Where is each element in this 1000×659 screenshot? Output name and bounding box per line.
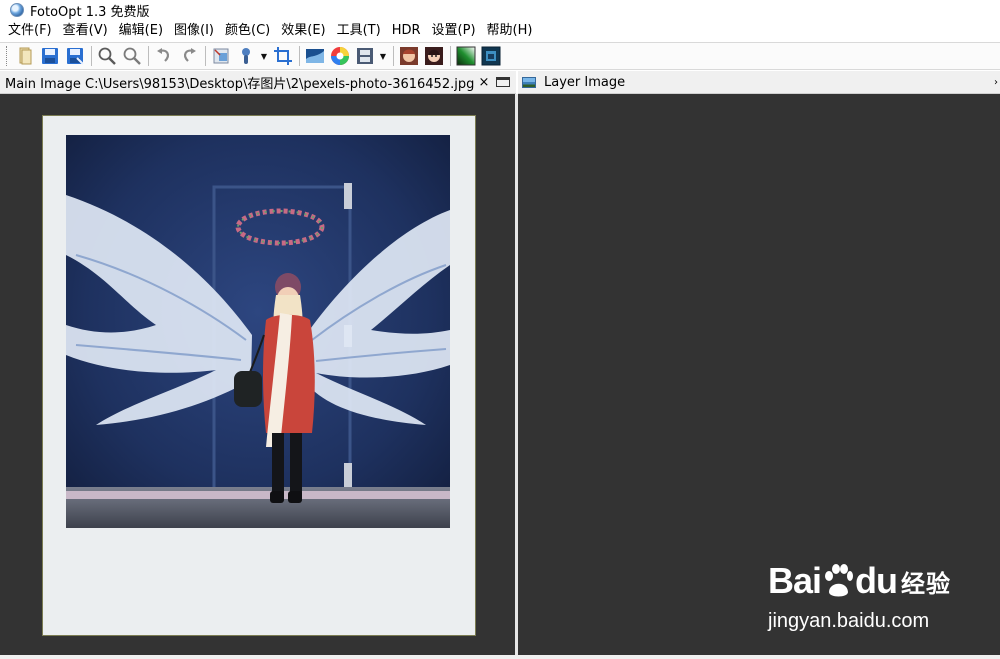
watermark-url: jingyan.baidu.com — [768, 610, 930, 632]
title-bar: FotoOpt 1.3 免费版 — [0, 0, 1000, 20]
clone-brush-button[interactable] — [235, 45, 257, 67]
levels-button[interactable] — [304, 45, 326, 67]
jingyan-logo-text: 经验 — [901, 569, 952, 598]
face-retouch-button[interactable] — [398, 45, 420, 67]
polaroid-frame — [42, 115, 476, 636]
toolbar-separator — [148, 46, 149, 66]
main-image-maximize-icon[interactable] — [496, 77, 510, 87]
zoom-in-icon — [98, 47, 116, 65]
baidu-paw-icon — [825, 564, 854, 597]
menu-effects[interactable]: 效果(E) — [277, 20, 329, 42]
portrait-button[interactable] — [423, 45, 445, 67]
menu-hdr[interactable]: HDR — [388, 20, 425, 42]
layer-image-panel-header: Layer Image › — [518, 71, 1000, 94]
filmstrip-button[interactable] — [354, 45, 376, 67]
color-wheel-icon — [331, 47, 349, 65]
hdr-image-icon — [481, 46, 501, 66]
baidu-logo: Bai du 经验 — [768, 560, 951, 602]
redo-button[interactable] — [178, 45, 200, 67]
face-retouch-icon — [400, 47, 418, 65]
menu-image[interactable]: 图像(I) — [170, 20, 218, 42]
window-title: FotoOpt 1.3 免费版 — [30, 4, 150, 20]
clone-brush-icon — [242, 48, 250, 64]
gradient-button[interactable] — [455, 45, 477, 67]
app-logo-icon — [10, 3, 24, 17]
layer-image-icon — [522, 76, 536, 88]
save-button[interactable] — [39, 45, 61, 67]
resize-button[interactable] — [210, 45, 232, 67]
save-as-icon — [67, 48, 84, 65]
baidu-jingyan-watermark: Bai du 经验 jingyan.baidu.com — [768, 552, 968, 642]
toolbar-separator — [299, 46, 300, 66]
color-wheel-button[interactable] — [329, 45, 351, 67]
zoom-out-button[interactable] — [121, 45, 143, 67]
baidu-logo-text-left: Bai — [768, 560, 822, 601]
menu-color[interactable]: 颜色(C) — [221, 20, 274, 42]
menu-help[interactable]: 帮助(H) — [483, 20, 537, 42]
toolbar-grip[interactable] — [6, 46, 9, 66]
menu-file[interactable]: 文件(F) — [4, 20, 56, 42]
main-image-canvas[interactable] — [0, 94, 515, 655]
menu-view[interactable]: 查看(V) — [59, 20, 112, 42]
toolbar: ▼ ▼ — [0, 42, 1000, 70]
main-photo — [66, 135, 450, 528]
levels-icon — [306, 49, 324, 63]
save-icon — [42, 48, 58, 64]
gradient-icon — [456, 46, 476, 66]
toolbar-separator — [91, 46, 92, 66]
crop-button[interactable] — [272, 45, 294, 67]
undo-icon — [157, 48, 169, 62]
hdr-image-button[interactable] — [480, 45, 502, 67]
menu-edit[interactable]: 编辑(E) — [115, 20, 167, 42]
filmstrip-dropdown-icon[interactable]: ▼ — [379, 52, 387, 61]
portrait-icon — [425, 47, 443, 65]
main-image-panel-title: Main Image C:\Users\98153\Desktop\存图片\2\… — [5, 76, 475, 92]
menu-bar: 文件(F) 查看(V) 编辑(E) 图像(I) 颜色(C) 效果(E) 工具(T… — [0, 20, 1000, 42]
main-image-close-button[interactable]: × — [476, 75, 492, 90]
angel-wings-photo-image — [66, 135, 450, 528]
toolbar-separator — [450, 46, 451, 66]
save-as-button[interactable] — [64, 45, 86, 67]
zoom-out-icon — [123, 47, 141, 65]
toolbar-separator — [205, 46, 206, 66]
menu-tools[interactable]: 工具(T) — [333, 20, 385, 42]
undo-button[interactable] — [153, 45, 175, 67]
open-button[interactable] — [14, 45, 36, 67]
baidu-logo-text-right: du — [855, 560, 898, 601]
resize-icon — [213, 48, 229, 64]
clone-brush-dropdown-icon[interactable]: ▼ — [260, 52, 268, 61]
zoom-in-button[interactable] — [96, 45, 118, 67]
layer-panel-scroll-arrow-icon[interactable]: › — [994, 77, 1000, 88]
toolbar-separator — [393, 46, 394, 66]
redo-icon — [184, 48, 196, 62]
layer-image-panel-title: Layer Image — [544, 74, 626, 90]
filmstrip-icon — [357, 48, 373, 64]
menu-settings[interactable]: 设置(P) — [428, 20, 480, 42]
crop-icon — [274, 47, 292, 65]
status-bar — [0, 655, 1000, 659]
open-icon — [19, 47, 32, 65]
main-image-panel-header: Main Image C:\Users\98153\Desktop\存图片\2\… — [0, 71, 516, 94]
